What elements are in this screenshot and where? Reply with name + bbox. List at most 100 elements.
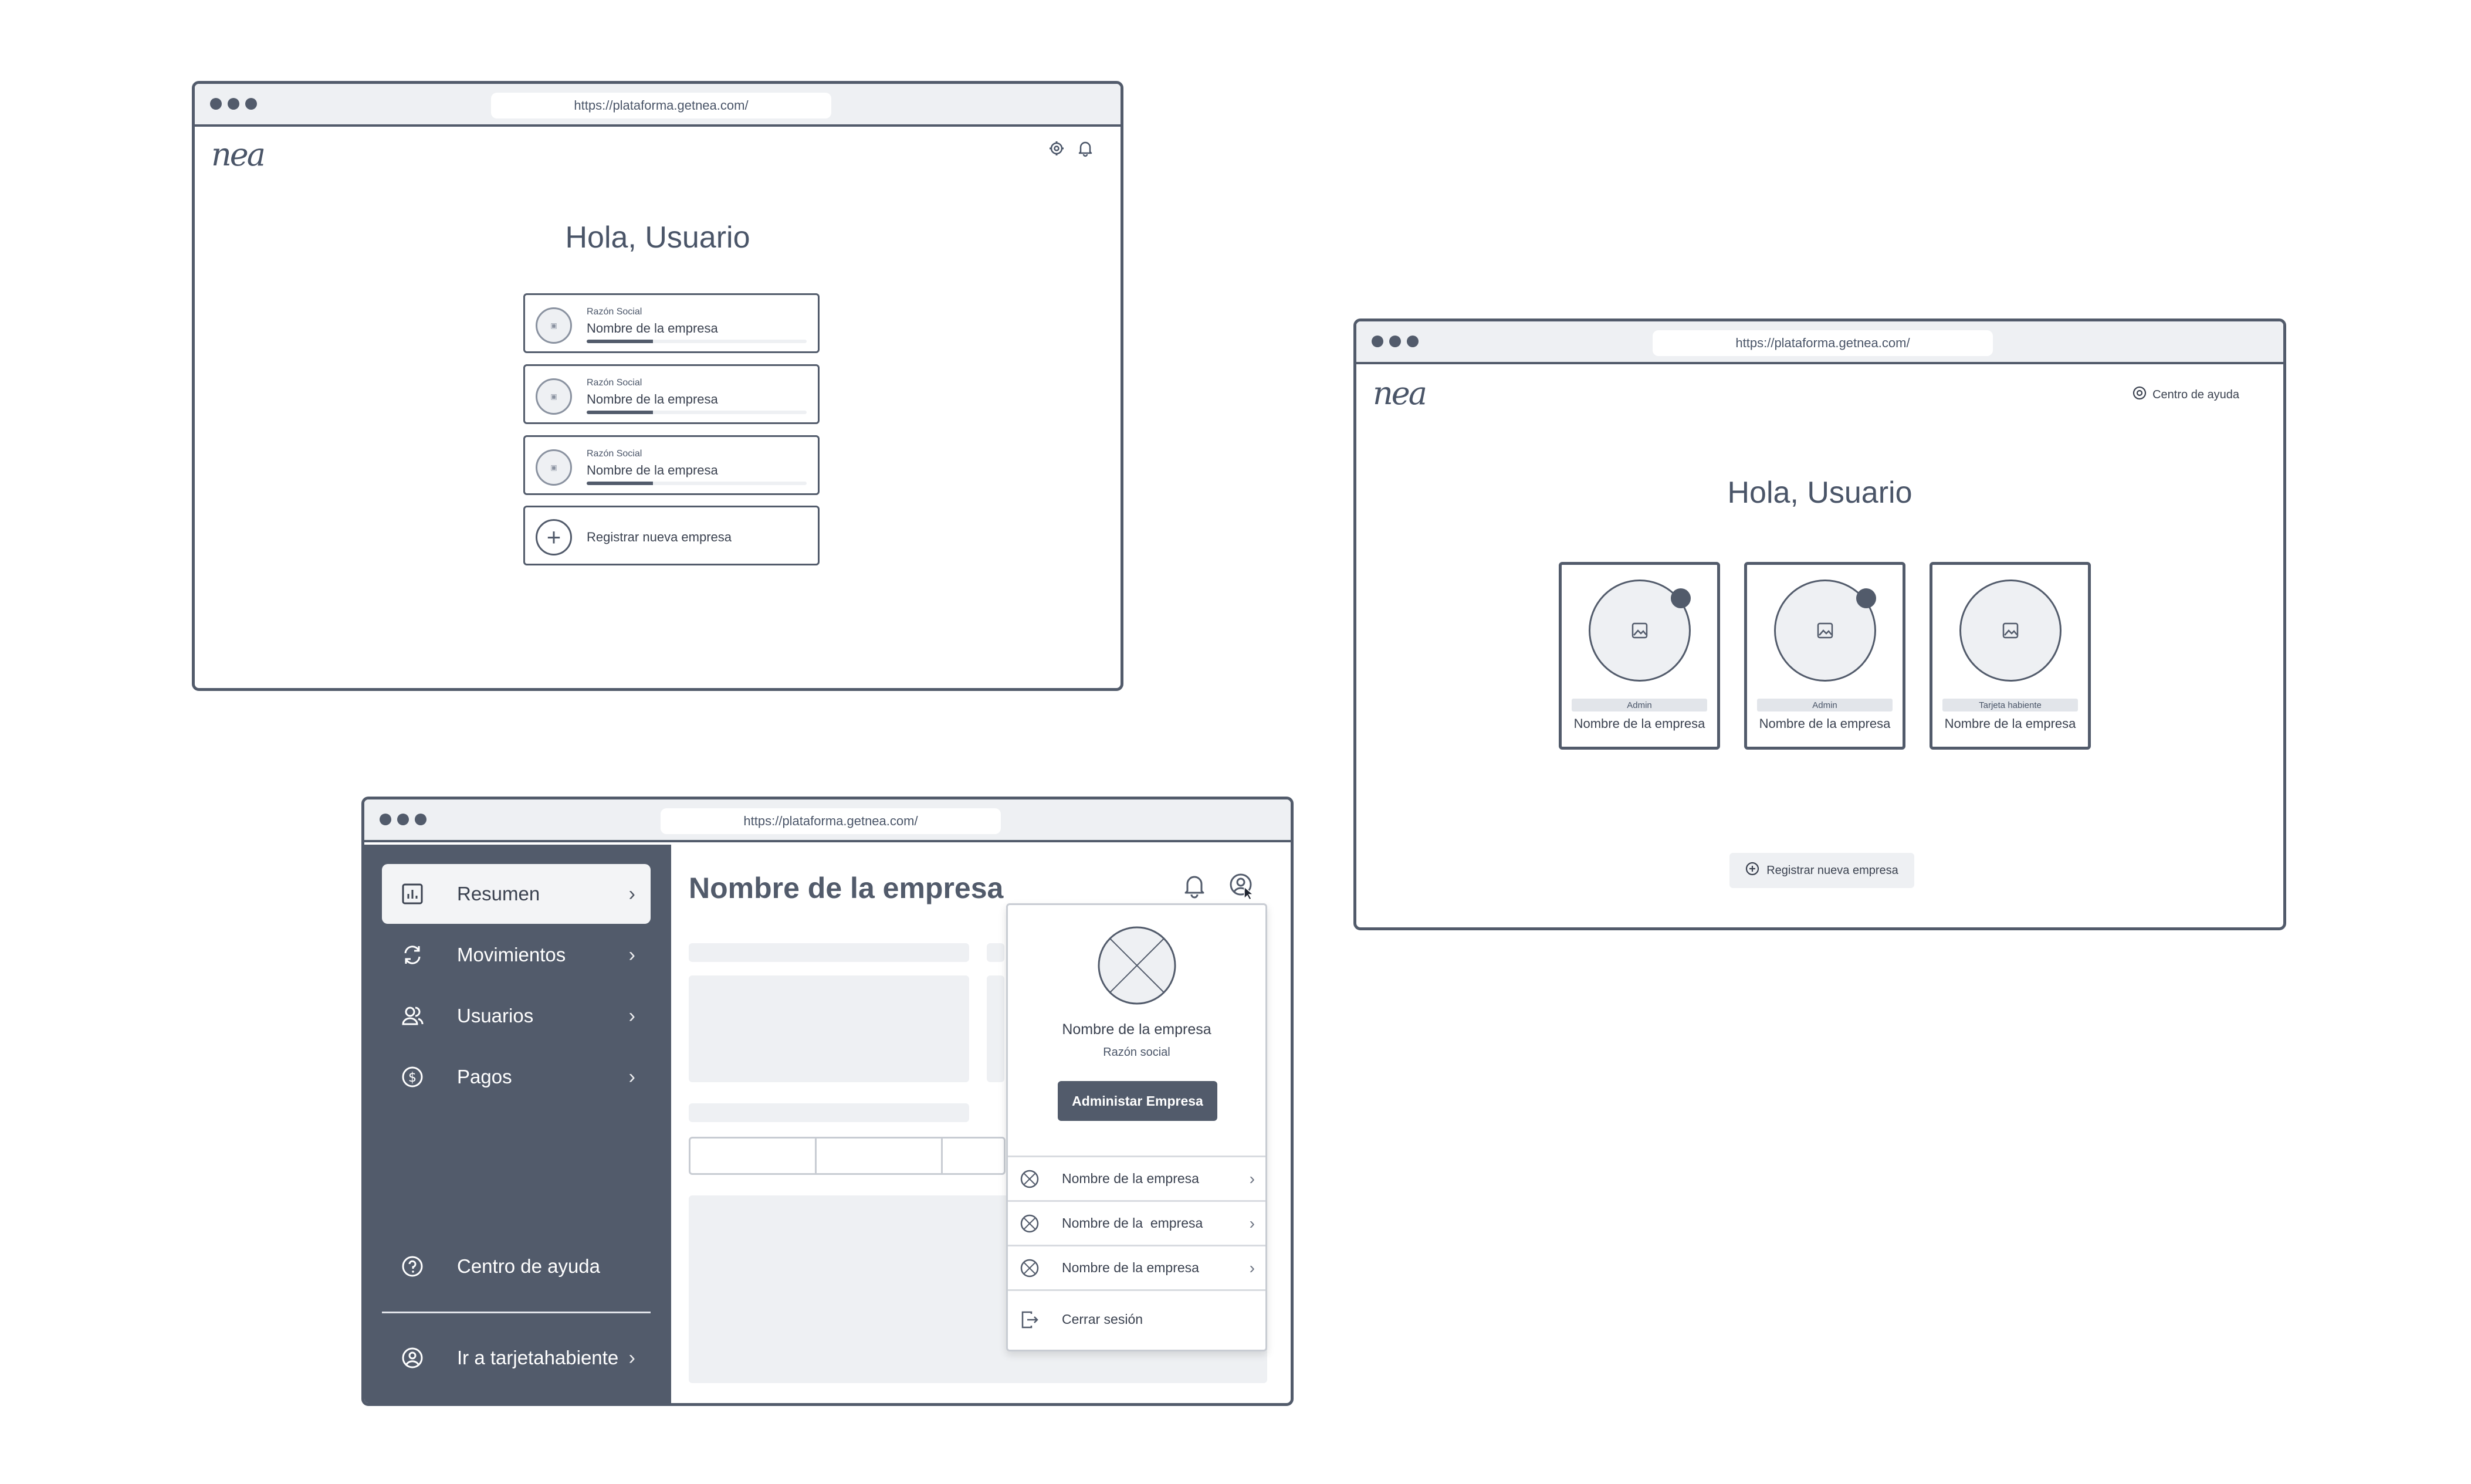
role-badge: Admin — [1572, 699, 1707, 711]
nea-logo: nea — [211, 136, 266, 173]
chevron-right-icon: › — [628, 1004, 635, 1027]
company-avatar-icon: ▣ — [536, 378, 572, 415]
company-name: Nombre de la empresa — [1573, 716, 1705, 731]
company-tile[interactable]: Admin Nombre de la empresa — [1744, 562, 1905, 750]
sidebar-item-pagos[interactable]: $ Pagos › — [382, 1047, 651, 1107]
company-progress-bar — [587, 482, 807, 485]
plus-circle-icon — [1745, 862, 1759, 879]
sidebar-item-label: Ir a tarjetahabiente — [457, 1347, 619, 1368]
logout-item[interactable]: Cerrar sesión — [1008, 1289, 1265, 1348]
address-bar[interactable]: https://plataforma.getnea.com/ — [491, 93, 831, 118]
nea-logo: nea — [1373, 375, 1427, 412]
chevron-right-icon: › — [1249, 1258, 1255, 1277]
company-avatar-icon: ▣ — [536, 449, 572, 486]
menu-company-item[interactable]: Nombre de la empresa › — [1008, 1245, 1265, 1289]
manage-company-button[interactable]: Administar Empresa — [1058, 1081, 1217, 1121]
company-label: Razón Social — [587, 307, 642, 317]
browser-window-company-list: https://plataforma.getnea.com/ nea Hola,… — [192, 81, 1123, 691]
sidebar-item-label: Resumen — [457, 883, 540, 904]
register-company-button[interactable]: + Registrar nueva empresa — [523, 506, 820, 565]
sidebar-item-movimientos[interactable]: Movimientos › — [382, 925, 651, 985]
company-name: Nombre de la empresa — [587, 463, 718, 477]
segment-tab[interactable] — [943, 1139, 1004, 1173]
segment-tab[interactable] — [817, 1139, 943, 1173]
register-company-button[interactable]: Registrar nueva empresa — [1729, 853, 1914, 888]
browser-toolbar: https://plataforma.getnea.com/ — [364, 799, 1291, 842]
greeting-heading: Hola, Usuario — [565, 221, 750, 255]
menu-company-label: Nombre de la empresa — [1062, 1215, 1203, 1231]
company-tile[interactable]: Admin Nombre de la empresa — [1559, 562, 1720, 750]
company-progress-bar — [587, 411, 807, 414]
company-placeholder-icon — [1020, 1169, 1040, 1189]
sidebar-item-cardholder[interactable]: Ir a tarjetahabiente › — [382, 1328, 651, 1388]
menu-company-item[interactable]: Nombre de la empresa › — [1008, 1156, 1265, 1200]
chevron-right-icon: › — [628, 1065, 635, 1088]
help-center-link[interactable]: Centro de ayuda — [2132, 386, 2239, 404]
sidebar-item-label: Movimientos — [457, 944, 566, 965]
skeleton-card — [987, 975, 1004, 1082]
sidebar: Resumen › Movimientos › Usuarios › $ Pag… — [364, 845, 671, 1403]
company-name: Nombre de la empresa — [587, 392, 718, 406]
settings-gear-icon[interactable] — [1048, 140, 1065, 157]
window-controls[interactable] — [1372, 336, 1419, 347]
sidebar-item-resumen[interactable]: Resumen › — [382, 864, 651, 924]
browser-toolbar: https://plataforma.getnea.com/ — [1356, 321, 2283, 364]
sidebar-item-label: Pagos — [457, 1066, 512, 1087]
sidebar-item-help[interactable]: Centro de ayuda — [382, 1236, 651, 1296]
browser-window-dashboard: https://plataforma.getnea.com/ Resumen ›… — [361, 797, 1294, 1406]
chevron-right-icon: › — [1249, 1169, 1255, 1188]
role-badge: Tarjeta habiente — [1942, 699, 2078, 711]
address-bar[interactable]: https://plataforma.getnea.com/ — [661, 808, 1001, 834]
company-card[interactable]: ▣ Razón Social Nombre de la empresa — [523, 293, 820, 353]
segmented-tabs[interactable] — [689, 1137, 1006, 1175]
svg-text:$: $ — [408, 1070, 417, 1085]
menu-company-name: Nombre de la empresa — [1062, 1021, 1211, 1038]
menu-company-item[interactable]: Nombre de la empresa › — [1008, 1200, 1265, 1245]
greeting-heading: Hola, Usuario — [1727, 476, 1913, 510]
company-tile[interactable]: Tarjeta habiente Nombre de la empresa — [1930, 562, 2091, 750]
refresh-icon — [400, 942, 425, 968]
menu-company-label: Nombre de la empresa — [1062, 1171, 1199, 1186]
company-progress-bar — [587, 340, 807, 343]
notification-bell-icon[interactable] — [1183, 873, 1206, 899]
company-name: Nombre de la empresa — [587, 321, 718, 336]
skeleton-card — [689, 975, 969, 1082]
profile-icon[interactable] — [1229, 873, 1256, 901]
plus-icon: + — [536, 519, 572, 555]
chevron-right-icon: › — [628, 1346, 635, 1369]
company-card[interactable]: ▣ Razón Social Nombre de la empresa — [523, 364, 820, 424]
role-badge: Admin — [1757, 699, 1893, 711]
menu-company-subtitle: Razón social — [1103, 1046, 1170, 1059]
register-company-label: Registrar nueva empresa — [587, 530, 732, 544]
browser-window-company-grid: https://plataforma.getnea.com/ nea Centr… — [1353, 319, 2286, 930]
address-bar[interactable]: https://plataforma.getnea.com/ — [1653, 330, 1993, 356]
notification-bell-icon[interactable] — [1078, 140, 1093, 157]
skeleton-bar — [987, 943, 1004, 962]
help-lifebuoy-icon — [2132, 386, 2147, 404]
register-company-label: Registrar nueva empresa — [1766, 863, 1898, 877]
company-avatar-icon: ▣ — [536, 307, 572, 344]
company-placeholder-image-icon — [1097, 926, 1177, 1005]
browser-toolbar: https://plataforma.getnea.com/ — [195, 84, 1121, 127]
logout-label: Cerrar sesión — [1062, 1312, 1143, 1327]
notification-dot — [1856, 588, 1876, 608]
profile-dropdown-menu: Nombre de la empresa Razón social Admini… — [1006, 903, 1267, 1351]
chevron-right-icon: › — [1249, 1214, 1255, 1232]
company-label: Razón Social — [587, 449, 642, 459]
page-title: Nombre de la empresa — [689, 872, 1004, 904]
company-name: Nombre de la empresa — [1759, 716, 1891, 731]
window-controls[interactable] — [380, 814, 426, 825]
logout-icon — [1020, 1310, 1040, 1330]
chevron-right-icon: › — [628, 882, 635, 905]
window-controls[interactable] — [210, 98, 257, 110]
segment-tab[interactable] — [690, 1139, 817, 1173]
help-center-label: Centro de ayuda — [2152, 388, 2239, 401]
notification-dot — [1671, 588, 1691, 608]
company-card[interactable]: ▣ Razón Social Nombre de la empresa — [523, 435, 820, 495]
sidebar-item-usuarios[interactable]: Usuarios › — [382, 986, 651, 1046]
menu-company-label: Nombre de la empresa — [1062, 1260, 1199, 1275]
sidebar-divider — [382, 1312, 651, 1313]
company-name: Nombre de la empresa — [1944, 716, 2076, 731]
user-circle-icon — [400, 1345, 425, 1371]
chevron-right-icon: › — [628, 943, 635, 966]
